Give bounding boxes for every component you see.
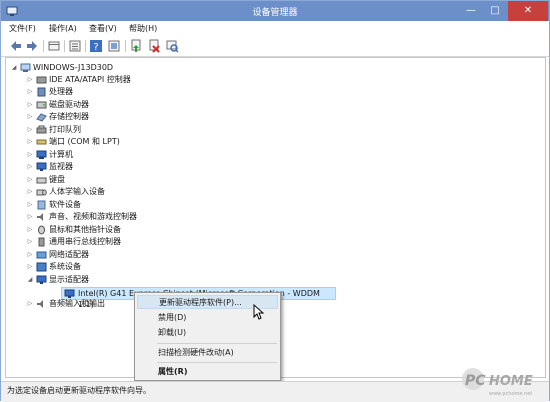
storage-icon bbox=[36, 113, 47, 122]
tree-item-label: 软件设备 bbox=[49, 200, 81, 209]
tree-item-label: 磁盘驱动器 bbox=[49, 100, 89, 109]
menu-view[interactable]: 查看(V) bbox=[89, 23, 117, 35]
disk-icon bbox=[36, 101, 47, 109]
ctx-item-label: 属性(R) bbox=[158, 367, 188, 376]
cpu-icon bbox=[37, 87, 46, 97]
update-driver-icon[interactable] bbox=[129, 39, 143, 53]
mouse-icon bbox=[38, 225, 45, 235]
list-view-icon[interactable] bbox=[68, 39, 82, 53]
tree-item-label: 声音、视频和游戏控制器 bbox=[49, 212, 137, 221]
device-manager-window: 设备管理器 — □ ✕ 文件(F) 操作(A) 查看(V) 帮助(H) ? ◢ … bbox=[0, 0, 550, 402]
minimize-button[interactable]: — bbox=[459, 1, 483, 21]
ctx-item-label: 更新驱动程序软件(P)... bbox=[159, 298, 242, 307]
show-hidden-icon[interactable] bbox=[107, 39, 121, 53]
collapse-arrow-icon[interactable]: ◢ bbox=[26, 274, 34, 286]
tree-item-label: 网络适配器 bbox=[49, 250, 89, 259]
monitor-icon bbox=[36, 162, 47, 171]
ctx-scan-hardware[interactable]: 扫描检测硬件改动(A) bbox=[137, 346, 278, 360]
printer-icon bbox=[36, 125, 47, 134]
tree-item-label: 人体学输入设备 bbox=[49, 187, 105, 196]
tree-root-label: WINDOWS-J13D30D bbox=[33, 63, 114, 72]
tree-item-label: 键盘 bbox=[49, 175, 65, 184]
toolbar-separator bbox=[43, 40, 44, 52]
expand-arrow-icon[interactable]: ▷ bbox=[26, 249, 34, 261]
sound-icon bbox=[37, 213, 43, 221]
tree-item-label: 存储控制器 bbox=[49, 112, 89, 121]
port-icon bbox=[36, 139, 47, 145]
tree-item-label: 计算机 bbox=[49, 150, 73, 159]
expand-arrow-icon[interactable]: ▷ bbox=[26, 124, 34, 136]
ctx-separator bbox=[157, 362, 277, 363]
ctx-properties[interactable]: 属性(R) bbox=[137, 365, 278, 379]
expand-arrow-icon[interactable]: ▷ bbox=[26, 224, 34, 236]
close-button[interactable]: ✕ bbox=[508, 1, 548, 21]
svg-text:PC: PC bbox=[465, 373, 486, 389]
expand-arrow-icon[interactable]: ▷ bbox=[26, 161, 34, 173]
usb-icon bbox=[38, 237, 45, 247]
network-icon bbox=[36, 251, 47, 259]
computer-icon bbox=[20, 63, 31, 72]
expand-arrow-icon[interactable]: ▷ bbox=[26, 186, 34, 198]
title-bar[interactable]: 设备管理器 — □ ✕ bbox=[1, 1, 549, 21]
pchome-watermark-logo: PC HOME www.pchome.net bbox=[462, 368, 533, 397]
audio-icon bbox=[37, 300, 43, 308]
tree-item-label: 处理器 bbox=[49, 87, 73, 96]
tree-item-label: 端口 (COM 和 LPT) bbox=[49, 137, 120, 146]
status-text: 为选定设备启动更新驱动程序软件向导。 bbox=[7, 386, 151, 395]
tree-item-label: IDE ATA/ATAPI 控制器 bbox=[49, 75, 131, 84]
mouse-cursor-icon bbox=[253, 304, 265, 320]
help-icon[interactable]: ? bbox=[89, 39, 103, 53]
system-icon bbox=[36, 262, 47, 272]
uninstall-icon[interactable] bbox=[147, 39, 161, 53]
menu-help[interactable]: 帮助(H) bbox=[129, 23, 157, 35]
ctx-uninstall[interactable]: 卸载(U) bbox=[137, 326, 278, 340]
expand-arrow-icon[interactable]: ▷ bbox=[26, 261, 34, 273]
expand-arrow-icon[interactable]: ▷ bbox=[26, 136, 34, 148]
expand-arrow-icon[interactable]: ▷ bbox=[26, 111, 34, 123]
expand-arrow-icon[interactable]: ▷ bbox=[26, 99, 34, 111]
tree-item-label: 音频输入和输出 bbox=[49, 299, 105, 308]
menu-action[interactable]: 操作(A) bbox=[49, 23, 77, 35]
toolbar-separator bbox=[64, 40, 65, 52]
tree-item-label: 系统设备 bbox=[49, 262, 81, 271]
toolbar: ? bbox=[1, 36, 549, 57]
expand-arrow-icon[interactable]: ▷ bbox=[26, 174, 34, 186]
expand-arrow-icon[interactable]: ▷ bbox=[26, 149, 34, 161]
expand-arrow-icon[interactable]: ▷ bbox=[26, 211, 34, 223]
software-device-icon bbox=[37, 200, 46, 210]
tree-item-label: 通用串行总线控制器 bbox=[49, 237, 121, 246]
hid-icon bbox=[36, 189, 47, 196]
keyboard-icon bbox=[36, 177, 47, 184]
tree-item-label: 鼠标和其他指针设备 bbox=[49, 225, 121, 234]
tree-item-label: 显示适配器 bbox=[49, 275, 89, 284]
collapse-arrow-icon[interactable]: ◢ bbox=[10, 62, 18, 74]
ctx-separator bbox=[157, 343, 277, 344]
properties-view-icon[interactable] bbox=[47, 39, 61, 53]
menu-bar: 文件(F) 操作(A) 查看(V) 帮助(H) bbox=[1, 21, 549, 36]
ctx-item-label: 扫描检测硬件改动(A) bbox=[158, 348, 234, 357]
menu-file[interactable]: 文件(F) bbox=[9, 23, 36, 35]
expand-arrow-icon[interactable]: ▷ bbox=[26, 298, 34, 310]
scan-hardware-icon[interactable] bbox=[165, 39, 179, 53]
ctx-item-label: 卸载(U) bbox=[158, 328, 187, 337]
expand-arrow-icon[interactable]: ▷ bbox=[26, 199, 34, 211]
ide-icon bbox=[36, 76, 47, 84]
toolbar-separator bbox=[85, 40, 86, 52]
forward-icon[interactable] bbox=[25, 39, 39, 53]
svg-text:?: ? bbox=[93, 42, 98, 53]
expand-arrow-icon[interactable]: ▷ bbox=[26, 74, 34, 86]
expand-arrow-icon[interactable]: ▷ bbox=[26, 86, 34, 98]
computer-icon bbox=[36, 150, 47, 159]
tree-item-label: 监视器 bbox=[49, 162, 73, 171]
maximize-button[interactable]: □ bbox=[483, 1, 507, 21]
toolbar-separator bbox=[125, 40, 126, 52]
tree-item-label: 打印队列 bbox=[49, 125, 81, 134]
display-icon bbox=[36, 275, 47, 284]
ctx-item-label: 禁用(D) bbox=[158, 313, 187, 322]
back-icon[interactable] bbox=[9, 39, 23, 53]
svg-text:HOME: HOME bbox=[489, 374, 533, 389]
expand-arrow-icon[interactable]: ▷ bbox=[26, 236, 34, 248]
svg-text:www.pchome.net: www.pchome.net bbox=[489, 391, 532, 397]
